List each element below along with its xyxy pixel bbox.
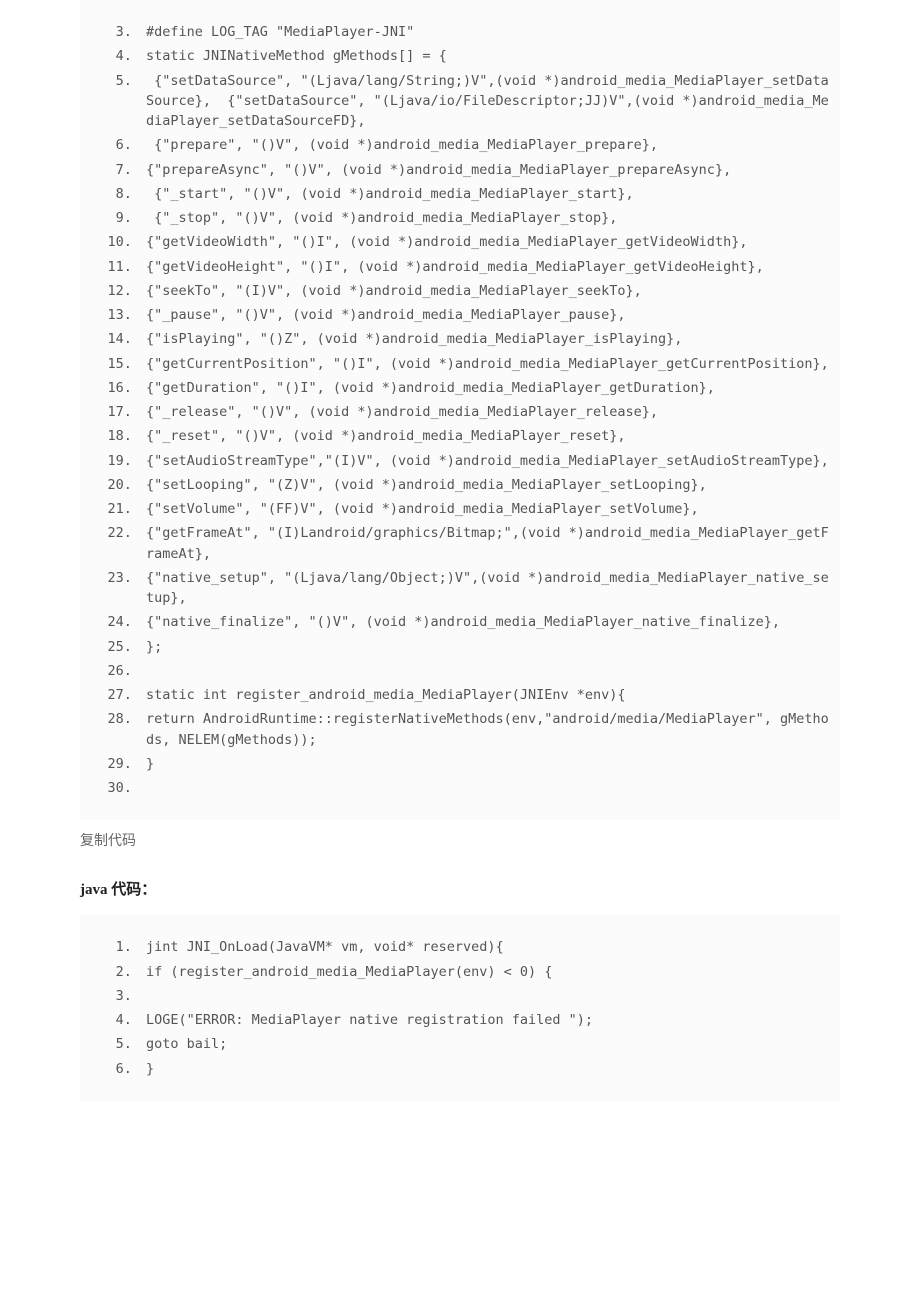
code-line: static JNINativeMethod gMethods[] = { xyxy=(140,44,830,68)
code-line: {"setAudioStreamType","(I)V", (void *)an… xyxy=(140,449,830,473)
code-line: {"native_finalize", "()V", (void *)andro… xyxy=(140,610,830,634)
code-line: static int register_android_media_MediaP… xyxy=(140,683,830,707)
code-line: {"getVideoHeight", "()I", (void *)androi… xyxy=(140,255,830,279)
code-line: {"_pause", "()V", (void *)android_media_… xyxy=(140,303,830,327)
code-line: }; xyxy=(140,635,830,659)
code-list-2: jint JNI_OnLoad(JavaVM* vm, void* reserv… xyxy=(90,935,830,1081)
code-line: {"setVolume", "(FF)V", (void *)android_m… xyxy=(140,497,830,521)
code-line: {"getFrameAt", "(I)Landroid/graphics/Bit… xyxy=(140,521,830,566)
code-line: {"prepareAsync", "()V", (void *)android_… xyxy=(140,158,830,182)
code-line: } xyxy=(140,752,830,776)
code-line xyxy=(140,984,830,1008)
section-heading-java: java 代码： xyxy=(80,878,840,899)
code-line: LOGE("ERROR: MediaPlayer native registra… xyxy=(140,1008,830,1032)
code-line: {"setDataSource", "(Ljava/lang/String;)V… xyxy=(140,69,830,134)
code-line: {"prepare", "()V", (void *)android_media… xyxy=(140,133,830,157)
code-line: jint JNI_OnLoad(JavaVM* vm, void* reserv… xyxy=(140,935,830,959)
code-line: {"seekTo", "(I)V", (void *)android_media… xyxy=(140,279,830,303)
code-line: return AndroidRuntime::registerNativeMet… xyxy=(140,707,830,752)
code-line: {"getVideoWidth", "()I", (void *)android… xyxy=(140,230,830,254)
code-line: {"native_setup", "(Ljava/lang/Object;)V"… xyxy=(140,566,830,611)
code-line: {"_release", "()V", (void *)android_medi… xyxy=(140,400,830,424)
code-block-1: #define LOG_TAG "MediaPlayer-JNI"static … xyxy=(80,0,840,820)
code-line: {"isPlaying", "()Z", (void *)android_med… xyxy=(140,327,830,351)
code-line: {"_stop", "()V", (void *)android_media_M… xyxy=(140,206,830,230)
code-line xyxy=(140,776,830,800)
code-line: {"setLooping", "(Z)V", (void *)android_m… xyxy=(140,473,830,497)
code-line: if (register_android_media_MediaPlayer(e… xyxy=(140,960,830,984)
code-line: {"_start", "()V", (void *)android_media_… xyxy=(140,182,830,206)
code-list-1: #define LOG_TAG "MediaPlayer-JNI"static … xyxy=(90,20,830,800)
code-line: {"getCurrentPosition", "()I", (void *)an… xyxy=(140,352,830,376)
copy-code-link[interactable]: 复制代码 xyxy=(80,830,840,850)
code-line: {"getDuration", "()I", (void *)android_m… xyxy=(140,376,830,400)
code-line: } xyxy=(140,1057,830,1081)
code-block-2: jint JNI_OnLoad(JavaVM* vm, void* reserv… xyxy=(80,915,840,1101)
code-line: {"_reset", "()V", (void *)android_media_… xyxy=(140,424,830,448)
code-line: #define LOG_TAG "MediaPlayer-JNI" xyxy=(140,20,830,44)
code-line: goto bail; xyxy=(140,1032,830,1056)
code-line xyxy=(140,659,830,683)
